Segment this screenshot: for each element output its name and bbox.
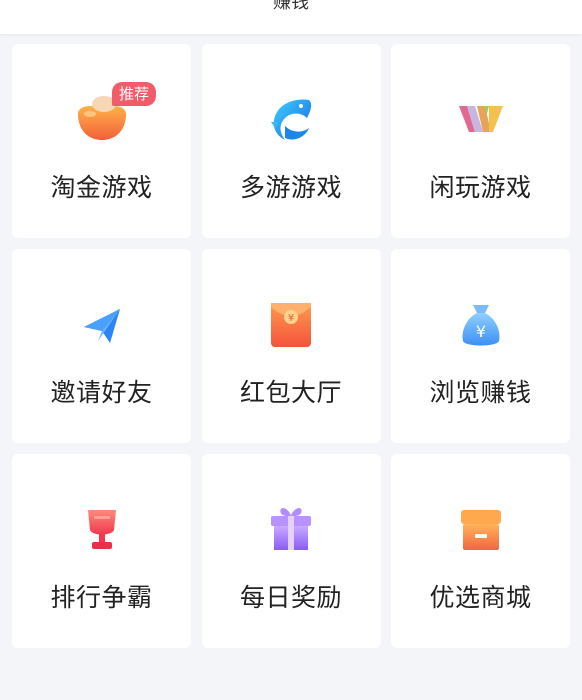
card-label: 每日奖励 xyxy=(239,583,342,612)
feature-grid: 推荐 淘金游戏 多游游戏 闲玩游戏 邀请好友 ¥ 红包大厅 ¥ 浏览赚钱 排行争… xyxy=(12,44,570,648)
card-label: 闲玩游戏 xyxy=(429,173,532,202)
paper-plane-icon xyxy=(74,297,130,353)
card-invite-friends[interactable]: 邀请好友 xyxy=(12,249,191,443)
recommend-badge: 推荐 xyxy=(112,82,157,106)
page-title: 赚钱 xyxy=(273,0,309,13)
card-red-envelope-hall[interactable]: ¥ 红包大厅 xyxy=(201,249,381,443)
store-box-icon xyxy=(453,502,509,558)
card-label: 邀请好友 xyxy=(50,378,153,407)
card-label: 红包大厅 xyxy=(239,378,342,407)
top-bar: 赚钱 xyxy=(0,0,582,34)
card-selected-mall[interactable]: 优选商城 xyxy=(391,454,570,648)
trophy-icon xyxy=(74,502,130,558)
card-daily-reward[interactable]: 每日奖励 xyxy=(201,454,381,648)
card-gold-game[interactable]: 推荐 淘金游戏 xyxy=(12,44,191,238)
card-label: 淘金游戏 xyxy=(50,173,153,202)
red-envelope-icon: ¥ xyxy=(263,297,319,353)
gift-icon xyxy=(263,502,319,558)
svg-text:¥: ¥ xyxy=(288,313,294,324)
w-logo-icon xyxy=(453,92,509,148)
card-xianwan-game[interactable]: 闲玩游戏 xyxy=(391,44,570,238)
svg-text:¥: ¥ xyxy=(475,322,485,341)
card-label: 多游游戏 xyxy=(239,173,342,202)
card-label: 浏览赚钱 xyxy=(429,378,532,407)
card-label: 优选商城 xyxy=(429,583,532,612)
money-bag-icon: ¥ xyxy=(453,297,509,353)
dolphin-icon xyxy=(263,92,319,148)
card-ranking[interactable]: 排行争霸 xyxy=(12,454,191,648)
card-duoyou-game[interactable]: 多游游戏 xyxy=(201,44,381,238)
card-label: 排行争霸 xyxy=(50,583,153,612)
card-browse-earn[interactable]: ¥ 浏览赚钱 xyxy=(391,249,570,443)
